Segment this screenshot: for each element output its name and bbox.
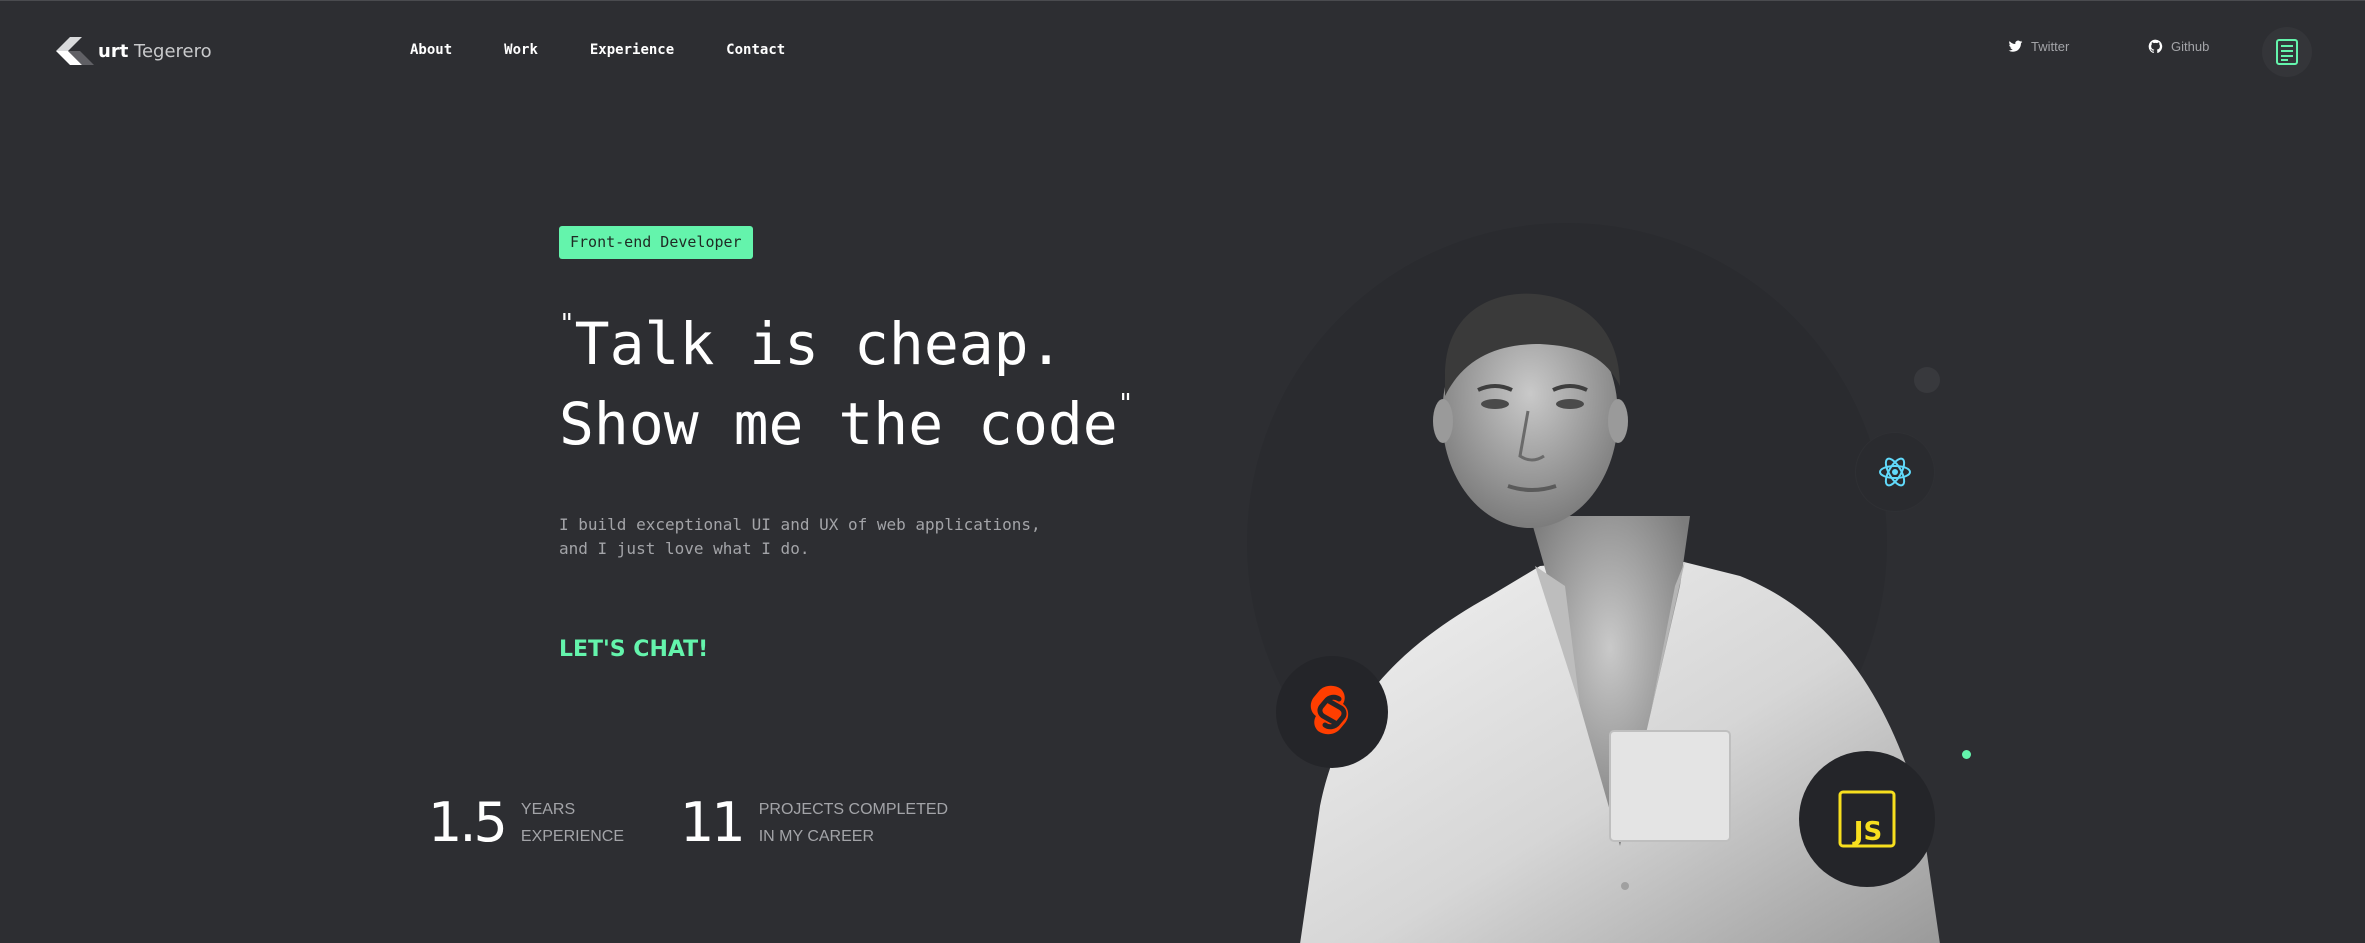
svelte-badge [1276, 656, 1388, 768]
document-icon [2276, 39, 2298, 65]
github-label: Github [2171, 39, 2210, 54]
svg-text:JS: JS [1852, 817, 1882, 847]
logo[interactable]: urt Tegerero [54, 35, 212, 67]
nav-experience[interactable]: Experience [590, 42, 674, 58]
nav-contact[interactable]: Contact [726, 42, 785, 58]
react-icon [1879, 457, 1911, 487]
hero-description: I build exceptional UI and UX of web app… [559, 513, 1119, 561]
description-line-1: I build exceptional UI and UX of web app… [559, 515, 1041, 534]
role-tag: Front-end Developer [559, 226, 753, 259]
twitter-link[interactable]: Twitter [2008, 39, 2069, 54]
lets-chat-button[interactable]: LET'S CHAT! [559, 637, 708, 662]
stat-value: 11 [680, 791, 746, 854]
page: urt Tegerero About Work Experience Conta… [0, 0, 2365, 943]
react-badge [1856, 433, 1934, 511]
javascript-icon: JS [1838, 790, 1896, 848]
close-quote: " [1117, 389, 1134, 419]
decorative-dot [1914, 367, 1940, 393]
hero-headline: "Talk is cheap. Show me the code" [559, 304, 1133, 464]
nav-about[interactable]: About [410, 42, 452, 58]
main-nav: About Work Experience Contact [410, 42, 837, 58]
resume-button[interactable] [2262, 27, 2312, 77]
nav-work[interactable]: Work [504, 42, 538, 58]
javascript-badge: JS [1799, 751, 1935, 887]
headline-line-2: Show me the code [559, 390, 1118, 458]
open-quote: " [559, 309, 575, 339]
logo-text: urt Tegerero [98, 40, 212, 62]
github-icon [2148, 39, 2163, 54]
stat-label: PROJECTS COMPLETED IN MY CAREER [758, 801, 949, 845]
github-link[interactable]: Github [2148, 39, 2209, 54]
stat-experience: 1.5 YEARS EXPERIENCE [428, 793, 624, 853]
logo-k-icon [56, 37, 94, 65]
svelte-icon [1310, 685, 1349, 735]
description-line-2: and I just love what I do. [559, 539, 810, 558]
stat-projects: 11 PROJECTS COMPLETED IN MY CAREER [680, 793, 948, 853]
twitter-label: Twitter [2031, 39, 2070, 54]
stat-value: 1.5 [428, 791, 508, 854]
site-header: urt Tegerero About Work Experience Conta… [0, 1, 2365, 101]
twitter-icon [2008, 40, 2023, 52]
headline-line-1: Talk is cheap. [574, 310, 1064, 378]
decorative-accent-dot [1962, 750, 1971, 759]
stat-label: YEARS EXPERIENCE [520, 801, 625, 845]
